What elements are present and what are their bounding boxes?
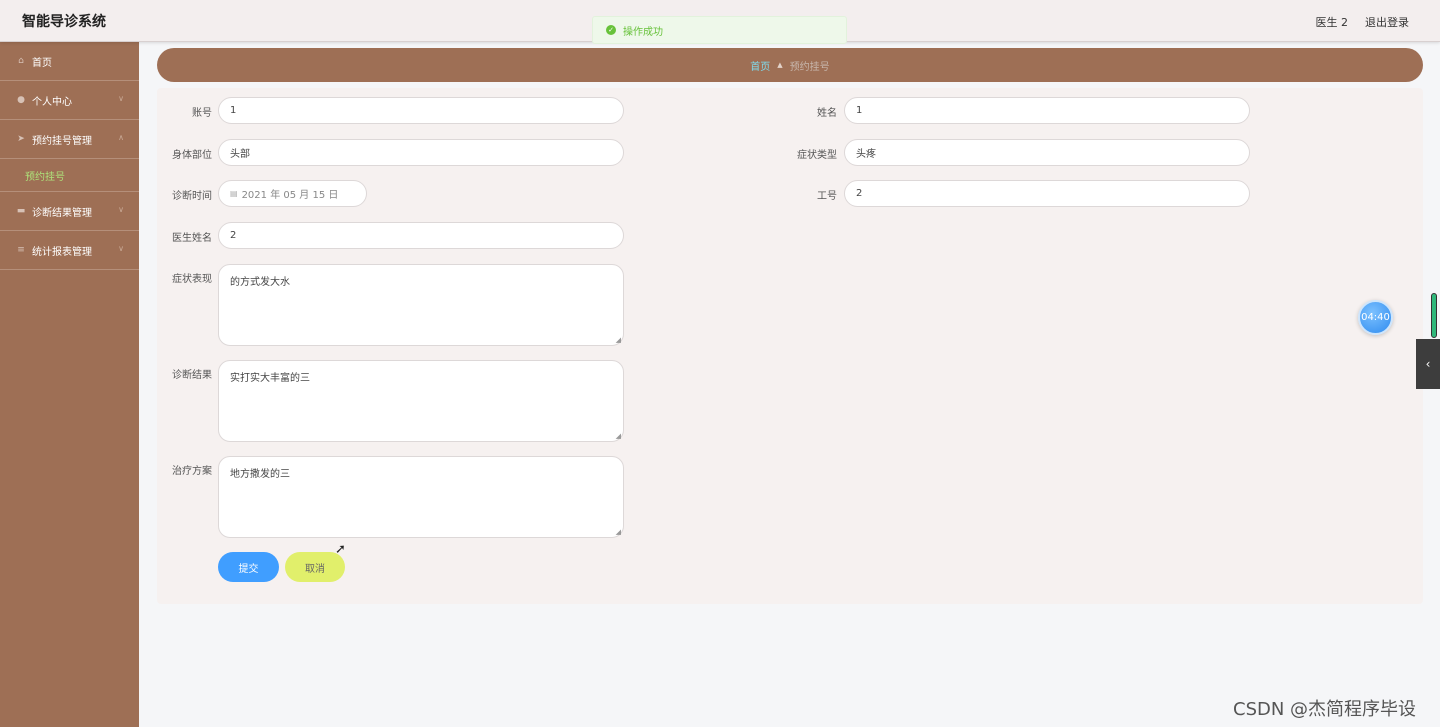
chevron-down-icon: ∨ xyxy=(118,205,124,214)
symptom-type-field[interactable]: 头疼 xyxy=(844,139,1250,166)
sidebar-item-label: 个人中心 xyxy=(32,96,72,108)
current-user[interactable]: 医生 2 xyxy=(1316,14,1349,30)
doctor-name-label: 医生姓名 xyxy=(172,233,212,244)
user-area: 医生 2 退出登录 xyxy=(1316,14,1410,30)
name-label: 姓名 xyxy=(817,108,837,119)
submit-button[interactable]: 提交 xyxy=(218,552,279,582)
mouse-cursor-icon: ➚ xyxy=(335,542,346,557)
watermark: CSDN @杰简程序毕设 xyxy=(1233,699,1417,720)
toast-message: 操作成功 xyxy=(623,26,663,38)
treatment-plan-value: 地方撒发的三 xyxy=(230,469,290,480)
job-number-field[interactable]: 2 xyxy=(844,180,1250,207)
monitor-icon: ▬ xyxy=(16,206,26,216)
sidebar-item-label: 首页 xyxy=(32,57,52,69)
scroll-indicator xyxy=(1431,293,1437,338)
diagnosis-time-label: 诊断时间 xyxy=(172,191,212,202)
sidebar-item-label: 统计报表管理 xyxy=(32,246,92,258)
body-part-label: 身体部位 xyxy=(172,150,212,161)
resize-handle-icon[interactable]: ◢ xyxy=(616,432,621,440)
breadcrumb-home[interactable]: 首页 xyxy=(750,58,770,73)
timer-widget[interactable]: 04:40 xyxy=(1358,300,1393,335)
home-icon: ⌂ xyxy=(18,56,24,66)
user-icon: ● xyxy=(17,95,25,105)
check-circle-icon: ✓ xyxy=(606,25,616,35)
app-title: 智能导诊系统 xyxy=(22,14,106,30)
sidebar: ⌂ 首页 ● 个人中心 ∨ ➤ 预约挂号管理 ∧ 预约挂号 ▬ 诊断结果管理 ∨… xyxy=(0,42,139,727)
sidebar-item-home[interactable]: ⌂ 首页 xyxy=(0,42,139,81)
diagnosis-result-textarea[interactable]: 实打实大丰富的三 ◢ xyxy=(218,360,624,442)
resize-handle-icon[interactable]: ◢ xyxy=(616,528,621,536)
sidebar-item-reports[interactable]: ≡ 统计报表管理 ∨ xyxy=(0,231,139,270)
calendar-icon: ▤ xyxy=(230,189,238,198)
side-panel-toggle[interactable]: ‹ xyxy=(1416,339,1440,389)
diagnosis-time-value: 2021 年 05 月 15 日 xyxy=(241,190,339,201)
account-field[interactable]: 1 xyxy=(218,97,624,124)
send-icon: ➤ xyxy=(17,134,25,144)
job-number-label: 工号 xyxy=(817,191,837,202)
diagnosis-time-picker[interactable]: ▤ 2021 年 05 月 15 日 xyxy=(218,180,367,207)
sidebar-item-profile[interactable]: ● 个人中心 ∨ xyxy=(0,81,139,120)
account-label: 账号 xyxy=(192,108,212,119)
breadcrumb-current: 预约挂号 xyxy=(789,61,830,73)
treatment-plan-textarea[interactable]: 地方撒发的三 ◢ xyxy=(218,456,624,538)
doctor-name-field[interactable]: 2 xyxy=(218,222,624,249)
breadcrumb: 首页 ▲ 预约挂号 xyxy=(157,48,1423,82)
logout-link[interactable]: 退出登录 xyxy=(1365,14,1409,30)
success-toast: ✓ 操作成功 xyxy=(592,16,847,44)
chevron-up-icon: ∧ xyxy=(118,133,124,142)
sidebar-item-appointments[interactable]: ➤ 预约挂号管理 ∧ xyxy=(0,120,139,159)
symptom-type-label: 症状类型 xyxy=(797,150,837,161)
sidebar-item-label: 诊断结果管理 xyxy=(32,207,92,219)
sidebar-subitem-appointment[interactable]: 预约挂号 xyxy=(0,159,139,192)
resize-handle-icon[interactable]: ◢ xyxy=(616,336,621,344)
symptoms-label: 症状表现 xyxy=(172,274,212,285)
symptoms-textarea[interactable]: 的方式发大水 ◢ xyxy=(218,264,624,346)
list-icon: ≡ xyxy=(17,245,25,255)
breadcrumb-separator-icon: ▲ xyxy=(777,61,783,69)
symptoms-value: 的方式发大水 xyxy=(230,277,290,288)
chevron-left-icon: ‹ xyxy=(1425,357,1431,371)
sidebar-item-label: 预约挂号管理 xyxy=(32,135,92,147)
sidebar-item-diagnosis[interactable]: ▬ 诊断结果管理 ∨ xyxy=(0,192,139,231)
diagnosis-result-label: 诊断结果 xyxy=(172,370,212,381)
chevron-down-icon: ∨ xyxy=(118,244,124,253)
body-part-field[interactable]: 头部 xyxy=(218,139,624,166)
diagnosis-result-value: 实打实大丰富的三 xyxy=(230,373,310,384)
name-field[interactable]: 1 xyxy=(844,97,1250,124)
treatment-plan-label: 治疗方案 xyxy=(172,466,212,477)
chevron-down-icon: ∨ xyxy=(118,94,124,103)
